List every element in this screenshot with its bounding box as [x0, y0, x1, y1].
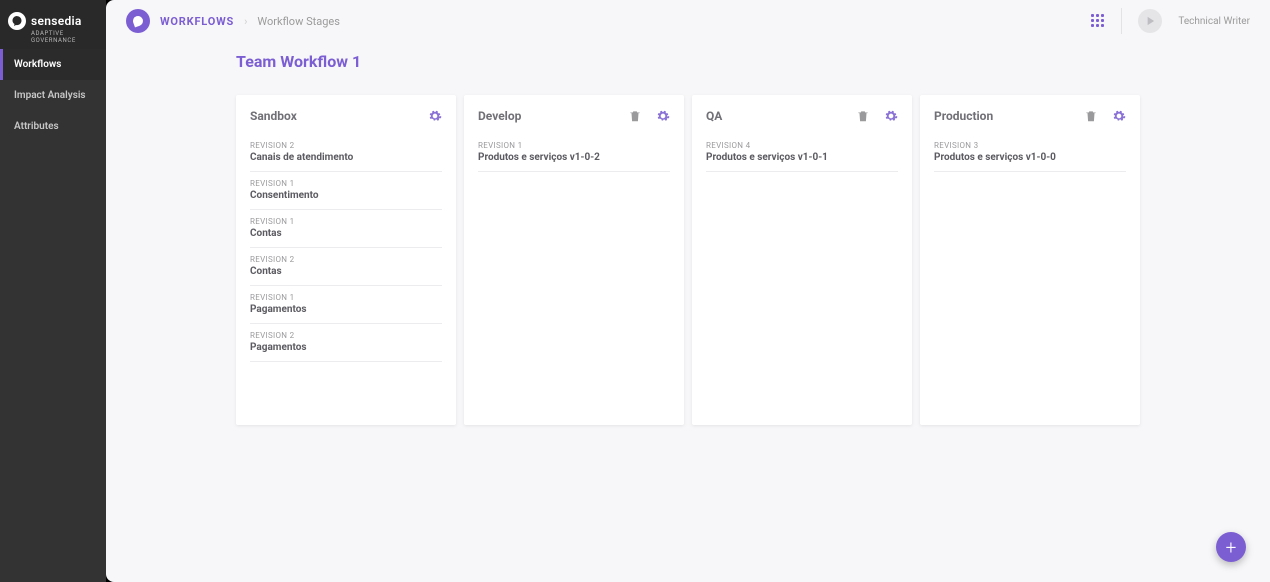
- card-revision: REVISION 2: [250, 141, 442, 150]
- card-title: Canais de atendimento: [250, 152, 442, 163]
- stage-column-header: Develop: [478, 109, 670, 123]
- card-title: Consentimento: [250, 190, 442, 201]
- stage-column-actions: [1084, 109, 1126, 123]
- card-revision: REVISION 1: [478, 141, 670, 150]
- card-revision: REVISION 3: [934, 141, 1126, 150]
- stage-card[interactable]: REVISION 4 Produtos e serviços v1-0-1: [706, 141, 898, 172]
- stage-column-title: Production: [934, 109, 1084, 123]
- card-revision: REVISION 1: [250, 179, 442, 188]
- stage-column-title: QA: [706, 109, 856, 123]
- gear-icon[interactable]: [884, 109, 898, 123]
- brand-tagline-1: ADAPTIVE: [31, 30, 64, 37]
- stage-card[interactable]: REVISION 1 Contas: [250, 217, 442, 248]
- delete-icon[interactable]: [628, 109, 642, 123]
- gear-icon[interactable]: [428, 109, 442, 123]
- card-title: Contas: [250, 266, 442, 277]
- stage-column-title: Sandbox: [250, 109, 428, 123]
- card-title: Produtos e serviços v1-0-0: [934, 152, 1126, 163]
- stage-column-header: QA: [706, 109, 898, 123]
- vertical-divider: [1121, 8, 1122, 34]
- page-title: Team Workflow 1: [236, 52, 1140, 71]
- card-revision: REVISION 1: [250, 293, 442, 302]
- brand-tagline: ADAPTIVE GOVERNANCE: [0, 30, 106, 49]
- stage-column-title: Develop: [478, 109, 628, 123]
- card-revision: REVISION 2: [250, 331, 442, 340]
- stage-card[interactable]: REVISION 1 Pagamentos: [250, 293, 442, 324]
- card-revision: REVISION 4: [706, 141, 898, 150]
- stage-column-production: Production REVISION 3 Produtos e serviços …: [920, 95, 1140, 425]
- apps-grid-icon[interactable]: [1091, 14, 1105, 28]
- stage-column-header: Sandbox: [250, 109, 442, 123]
- stage-card[interactable]: REVISION 2 Contas: [250, 255, 442, 286]
- sidebar: sensedia ADAPTIVE GOVERNANCE WorkflowsIm…: [0, 0, 106, 582]
- stage-card[interactable]: REVISION 2 Canais de atendimento: [250, 141, 442, 172]
- card-title: Produtos e serviços v1-0-1: [706, 152, 898, 163]
- sidebar-item-workflows[interactable]: Workflows: [0, 49, 106, 80]
- top-bar-right: Technical Writer: [1091, 8, 1250, 34]
- card-title: Pagamentos: [250, 304, 442, 315]
- delete-icon[interactable]: [1084, 109, 1098, 123]
- gear-icon[interactable]: [1112, 109, 1126, 123]
- stage-column-actions: [628, 109, 670, 123]
- brand-tagline-2: GOVERNANCE: [31, 37, 76, 44]
- sidebar-nav: WorkflowsImpact AnalysisAttributes: [0, 49, 106, 142]
- sidebar-item-impact-analysis[interactable]: Impact Analysis: [0, 80, 106, 111]
- stage-column-develop: Develop REVISION 1 Produtos e serviços v1-…: [464, 95, 684, 425]
- gear-icon[interactable]: [656, 109, 670, 123]
- stage-column-header: Production: [934, 109, 1126, 123]
- stage-column-actions: [428, 109, 442, 123]
- top-bar: WORKFLOWS › Workflow Stages Technical Wr…: [106, 0, 1270, 42]
- chevron-right-icon: ›: [244, 15, 247, 28]
- stage-card[interactable]: REVISION 3 Produtos e serviços v1-0-0: [934, 141, 1126, 172]
- card-revision: REVISION 1: [250, 217, 442, 226]
- card-title: Pagamentos: [250, 342, 442, 353]
- content-area: Team Workflow 1 Sandbox REVISION 2 Canais …: [106, 42, 1270, 425]
- stage-columns: SandboxREVISION 2Canais de atendimentoRE…: [236, 95, 1140, 425]
- stage-column-qa: QA REVISION 4 Produtos e serviços v1-0-1: [692, 95, 912, 425]
- stage-card[interactable]: REVISION 2 Pagamentos: [250, 331, 442, 362]
- user-name: Technical Writer: [1178, 16, 1250, 27]
- card-revision: REVISION 2: [250, 255, 442, 264]
- workflows-logo-icon: [126, 9, 150, 33]
- main-panel: WORKFLOWS › Workflow Stages Technical Wr…: [106, 0, 1270, 582]
- brand-logo-icon: [8, 12, 26, 30]
- user-avatar[interactable]: [1138, 9, 1162, 33]
- stage-column-sandbox: SandboxREVISION 2Canais de atendimentoRE…: [236, 95, 456, 425]
- delete-icon[interactable]: [856, 109, 870, 123]
- card-title: Contas: [250, 228, 442, 239]
- stage-card[interactable]: REVISION 1 Produtos e serviços v1-0-2: [478, 141, 670, 172]
- stage-column-actions: [856, 109, 898, 123]
- breadcrumb-root[interactable]: WORKFLOWS: [160, 15, 234, 28]
- card-title: Produtos e serviços v1-0-2: [478, 152, 670, 163]
- stage-card[interactable]: REVISION 1 Consentimento: [250, 179, 442, 210]
- breadcrumb-current: Workflow Stages: [257, 15, 339, 28]
- add-fab-button[interactable]: +: [1216, 532, 1246, 562]
- sidebar-item-attributes[interactable]: Attributes: [0, 111, 106, 142]
- brand-name: sensedia: [31, 14, 82, 28]
